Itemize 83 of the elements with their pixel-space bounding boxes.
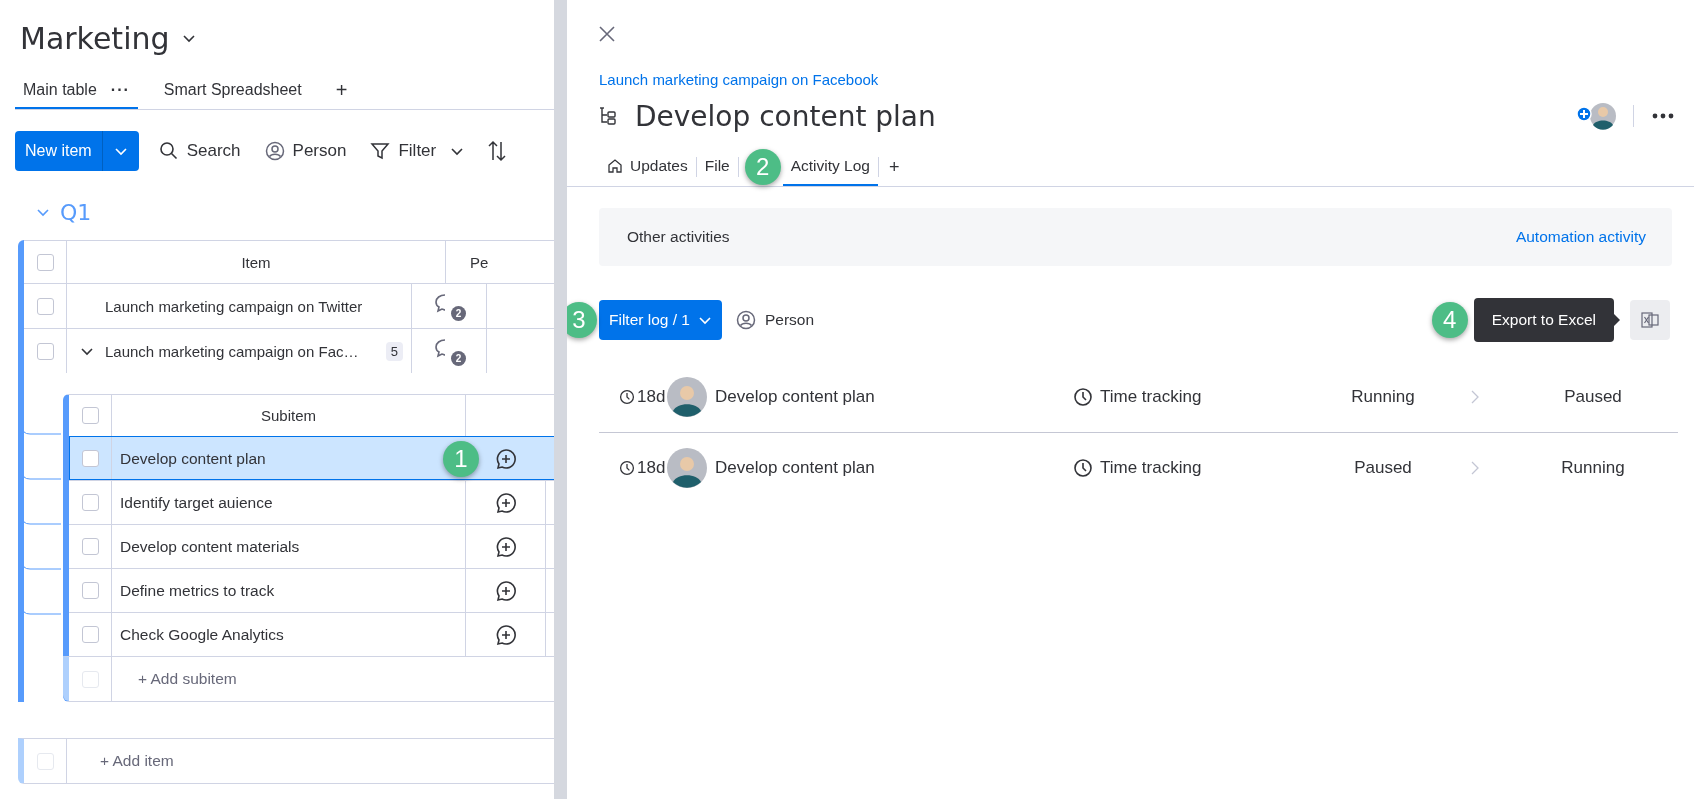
parent-item-link[interactable]: Launch marketing campaign on Facebook <box>599 71 879 88</box>
filter-log-button[interactable]: Filter log / 1 <box>599 300 722 340</box>
column-name: Time tracking <box>1100 387 1202 407</box>
checkbox[interactable] <box>36 253 54 271</box>
person-filter-button[interactable]: Person <box>736 310 815 330</box>
tooltip: Export to Excel <box>1473 298 1614 342</box>
checkbox[interactable] <box>81 494 99 511</box>
view-tab[interactable]: Main table ··· <box>15 72 138 109</box>
chevron-icon <box>1471 461 1479 475</box>
other-activities-label: Other activities <box>627 228 730 246</box>
export-excel-button[interactable] <box>1630 300 1670 340</box>
subitem-name: Check Google Analytics <box>120 625 284 644</box>
checkbox[interactable] <box>81 626 99 643</box>
item-title: Develop content plan <box>635 99 936 133</box>
subitem-name: Develop content materials <box>120 537 300 556</box>
column-header: Item <box>67 241 446 283</box>
pane-splitter[interactable] <box>554 0 567 799</box>
more-icon[interactable]: ··· <box>110 80 130 99</box>
filter-icon <box>370 141 391 161</box>
new-item-button[interactable]: New item <box>15 131 139 171</box>
subitem-name: Develop content plan <box>120 449 266 468</box>
subitem-icon <box>599 106 617 126</box>
previous-value: Paused <box>1353 458 1413 478</box>
filter-button[interactable]: Filter <box>370 141 465 161</box>
add-tab-button[interactable]: + <box>879 156 910 178</box>
search-icon <box>158 141 179 161</box>
clock-icon <box>1073 458 1093 478</box>
subitem-name: Define metrics to track <box>120 581 275 600</box>
item-name: Launch marketing campaign on Twitter <box>105 297 363 315</box>
column-name: Time tracking <box>1100 458 1202 478</box>
add-update-icon[interactable] <box>494 491 517 514</box>
add-person-icon[interactable] <box>1575 101 1619 131</box>
clock-icon <box>619 460 635 476</box>
sort-icon[interactable] <box>488 140 507 162</box>
add-update-icon[interactable] <box>494 623 517 646</box>
add-subitem-button[interactable]: + Add subitem <box>112 657 237 701</box>
chevron-icon <box>1471 390 1479 404</box>
add-update-icon[interactable] <box>494 447 517 470</box>
checkbox[interactable] <box>36 297 54 315</box>
new-value: Paused <box>1563 387 1623 407</box>
add-view-button[interactable]: + <box>327 79 356 102</box>
spreadsheet-icon <box>1640 310 1660 330</box>
new-value: Running <box>1560 458 1626 478</box>
previous-value: Running <box>1350 387 1416 407</box>
tooltip-pointer <box>1614 314 1620 326</box>
person-filter-button[interactable]: Person <box>264 141 347 161</box>
item-name: Launch marketing campaign on Fac… <box>105 342 359 360</box>
add-item-button[interactable]: + Add item <box>67 739 174 783</box>
checkbox[interactable] <box>81 538 99 555</box>
add-update-icon[interactable] <box>494 579 517 602</box>
add-update-icon[interactable] <box>494 535 517 558</box>
automation-activity-link[interactable]: Automation activity <box>1515 228 1646 246</box>
panel-tab[interactable]: File <box>696 148 738 186</box>
item-name: Develop content plan <box>715 387 876 407</box>
avatar-icon <box>667 448 707 488</box>
panel-tab[interactable]: Activity Log <box>782 148 878 186</box>
person-icon <box>264 141 285 161</box>
step-number-badge: 3 <box>567 302 597 338</box>
clock-icon <box>619 389 635 405</box>
checkbox[interactable] <box>81 450 99 467</box>
clock-icon <box>1073 387 1093 407</box>
avatar-icon <box>667 377 707 417</box>
subitem-name: Identify target auience <box>120 493 273 512</box>
column-header: Pe <box>469 252 489 273</box>
step-number-badge: 4 <box>1431 302 1468 338</box>
board-title: Marketing <box>20 20 170 56</box>
checkbox[interactable] <box>36 342 54 360</box>
close-icon[interactable] <box>599 26 615 42</box>
step-number-badge: 2 <box>744 149 781 185</box>
item-name: Develop content plan <box>715 458 876 478</box>
subitem-row[interactable]: Develop content plan 1 <box>69 436 554 480</box>
person-icon <box>736 310 756 330</box>
panel-tab[interactable]: Updates <box>599 148 696 186</box>
checkbox[interactable] <box>81 582 99 599</box>
checkbox[interactable] <box>81 407 99 424</box>
view-tab[interactable]: Smart Spreadsheet <box>155 72 310 109</box>
step-number-badge: 1 <box>443 440 479 477</box>
time-ago: 18d <box>599 387 667 407</box>
subitem-count: 5 <box>385 341 403 361</box>
more-icon[interactable] <box>1652 113 1674 119</box>
time-ago: 18d <box>599 458 667 478</box>
search-button[interactable]: Search <box>158 141 241 161</box>
home-icon <box>607 158 623 174</box>
